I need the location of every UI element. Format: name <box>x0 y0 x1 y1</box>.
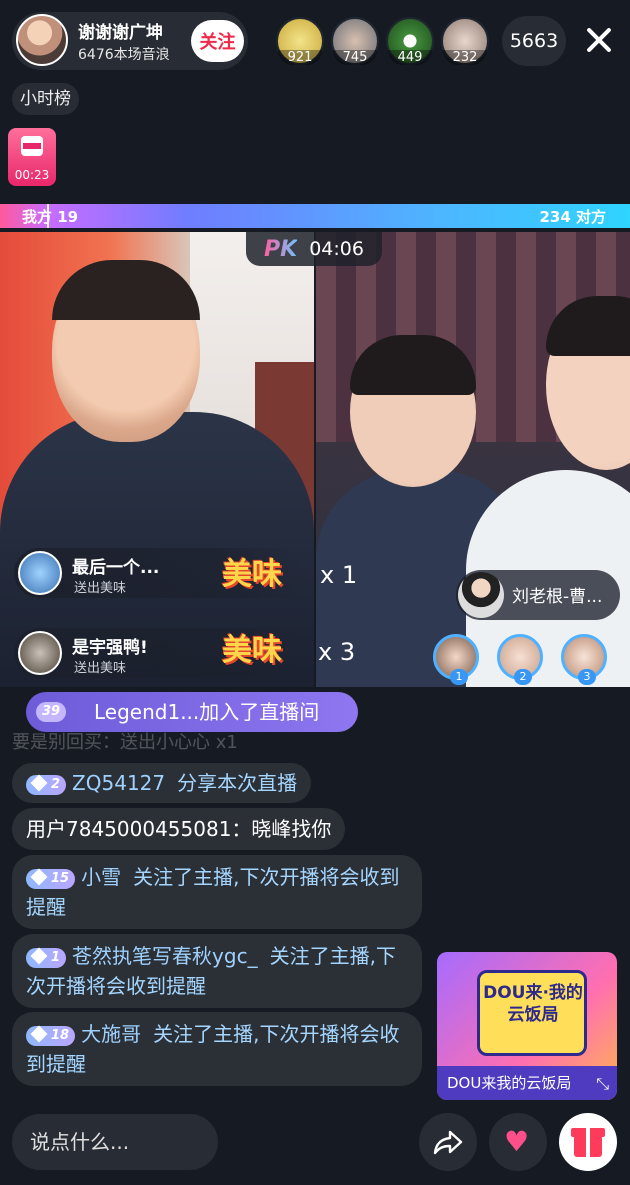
hourly-ranking-button[interactable]: 小时榜 <box>12 83 79 115</box>
opponent-avatar[interactable] <box>458 572 504 618</box>
gift-box-icon <box>21 136 43 156</box>
gift-combo-count: x 1 <box>320 561 358 589</box>
user-level-badge: 15 <box>26 868 76 889</box>
promo-banner[interactable]: DOU来·我的云饭局 DOU来我的云饭局 ⤡ <box>437 952 617 1100</box>
pk-my-score: 我方 19 <box>22 208 79 226</box>
pk-countdown: 04:06 <box>309 238 364 260</box>
pk-timer: PK 04:06 <box>246 232 382 266</box>
timed-gift-countdown: 00:23 <box>14 168 50 182</box>
promo-title: DOU来·我的云饭局 <box>483 983 583 1025</box>
top-bar: 谢谢谢广坤 6476本场音浪 关注 921 745 449 232 5663 <box>0 0 630 80</box>
gift-combo-count: x 3 <box>318 638 356 666</box>
top-fan-count: 232 <box>443 50 487 65</box>
expand-icon[interactable]: ⤡ <box>596 1074 609 1094</box>
join-notice-text: Legend1...加入了直播间 <box>94 700 320 724</box>
share-icon <box>433 1130 463 1155</box>
opponent-rank-avatar-1[interactable]: 1 <box>433 634 479 685</box>
top-fan-avatar-1[interactable]: 921 <box>276 17 324 65</box>
comment-item[interactable]: 用户7845000455081：晓峰找你 <box>12 808 346 850</box>
gifter-name: 最后一个... <box>72 558 160 578</box>
timed-gift-box[interactable]: 00:23 <box>8 128 56 186</box>
comment-username[interactable]: 大施哥 <box>81 1022 141 1046</box>
gift-button[interactable] <box>559 1113 617 1171</box>
like-button[interactable]: ♥ <box>489 1113 547 1171</box>
viewer-count[interactable]: 5663 <box>502 16 566 66</box>
user-level-badge: 39 <box>36 702 67 722</box>
opponent-host-pill[interactable]: 刘老根-曹... <box>456 570 620 620</box>
host-avatar[interactable] <box>16 14 68 66</box>
close-icon[interactable] <box>584 25 614 55</box>
user-level-badge: 18 <box>26 1025 76 1046</box>
comment-item[interactable]: 2 ZQ54127 分享本次直播 <box>12 763 312 803</box>
top-fan-count: 449 <box>388 50 432 65</box>
pk-opponent-score: 234 对方 <box>539 208 606 226</box>
opponent-rank-avatar-2[interactable]: 2 <box>497 634 543 685</box>
top-fan-count: 921 <box>278 50 322 65</box>
host-name[interactable]: 谢谢谢广坤 <box>78 18 163 43</box>
host-hair <box>52 260 200 320</box>
comment-item[interactable]: 15 小雪 关注了主播,下次开播将会收到提醒 <box>12 855 422 929</box>
top-fan-avatar-4[interactable]: 232 <box>441 17 489 65</box>
promo-caption: DOU来我的云饭局 <box>437 1066 617 1100</box>
gift-delicious-icon: 美味 <box>222 557 282 592</box>
host-video[interactable] <box>0 232 314 687</box>
share-button[interactable] <box>419 1113 477 1171</box>
top-fan-avatar-3[interactable]: 449 <box>386 17 434 65</box>
top-fan-count: 745 <box>333 50 377 65</box>
pk-logo: PK <box>264 236 298 262</box>
gift-action-text: 送出美味 <box>74 581 127 596</box>
comment-username[interactable]: ZQ54127 <box>72 771 165 795</box>
join-notice: 39 Legend1...加入了直播间 <box>26 692 358 732</box>
gifter-avatar[interactable] <box>18 551 62 595</box>
comment-input[interactable]: 说点什么... <box>12 1114 218 1170</box>
gift-delicious-icon: 美味 <box>222 633 282 668</box>
comment-text: 用户7845000455081：晓峰找你 <box>26 817 332 841</box>
user-level-badge: 2 <box>26 774 67 795</box>
user-level-badge: 1 <box>26 947 67 968</box>
gifter-name: 是宇强鸭! <box>72 638 148 658</box>
comment-text: 分享本次直播 <box>177 771 298 795</box>
gifter-avatar[interactable] <box>18 631 62 675</box>
comment-username[interactable]: 苍然执笔写春秋ygc_ <box>72 944 258 968</box>
pk-score-bar: 我方 19 234 对方 <box>0 204 630 228</box>
opponent-name: 刘老根-曹... <box>512 587 603 607</box>
gift-action-text: 送出美味 <box>74 661 127 676</box>
opponent-rank-avatar-3[interactable]: 3 <box>561 634 607 685</box>
host-sound-wave-count: 6476本场音浪 <box>78 47 170 63</box>
comment-item[interactable]: 1 苍然执笔写春秋ygc_ 关注了主播,下次开播将会收到提醒 <box>12 934 422 1008</box>
comment-username[interactable]: 小雪 <box>81 865 121 889</box>
top-fan-avatar-2[interactable]: 745 <box>331 17 379 65</box>
follow-button[interactable]: 关注 <box>191 20 244 62</box>
comment-item[interactable]: 18 大施哥 关注了主播,下次开播将会收到提醒 <box>12 1012 422 1086</box>
heart-icon: ♥ <box>504 1125 530 1158</box>
